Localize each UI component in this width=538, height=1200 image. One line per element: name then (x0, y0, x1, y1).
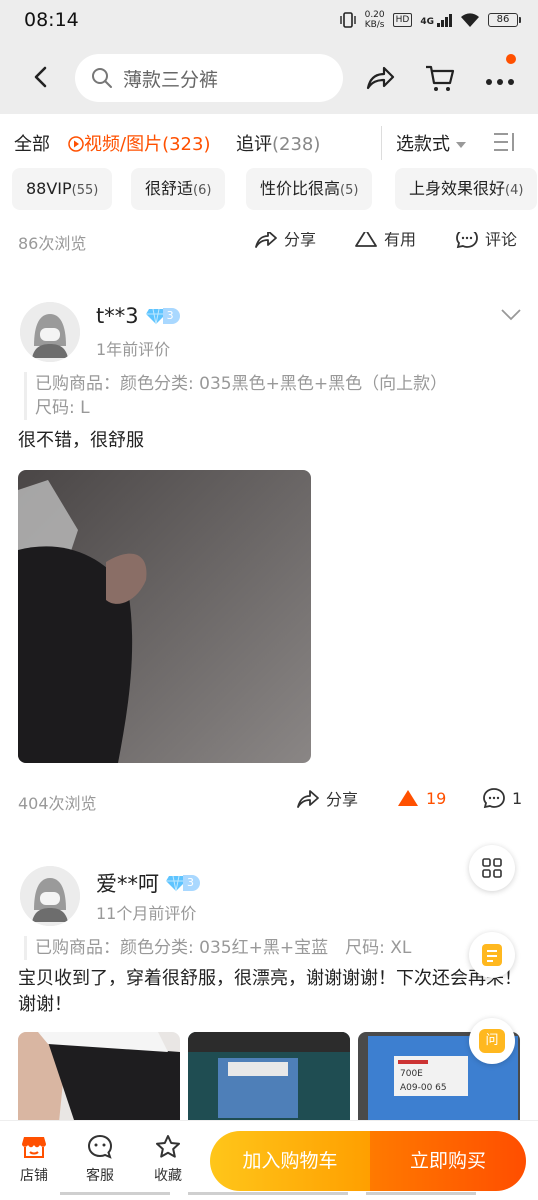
grid-icon (482, 858, 502, 878)
view-count: 86次浏览 (18, 234, 87, 253)
customer-service-icon (87, 1134, 113, 1159)
nav-indicator (60, 1192, 170, 1195)
filter-icon[interactable] (492, 130, 518, 154)
status-bar: 08:14 0.20 KB/s HD 4G 86 (0, 0, 538, 42)
review-time: 1年前评价 (96, 340, 171, 359)
comment-button[interactable]: 评论 (455, 232, 517, 250)
back-arrow-icon[interactable] (26, 62, 56, 92)
photo-label: 700E (400, 1069, 423, 1079)
notes-button[interactable] (469, 932, 515, 978)
share-icon (297, 790, 319, 808)
share-icon[interactable] (364, 62, 396, 94)
chip-fit[interactable]: 上身效果很好(4) (395, 168, 538, 210)
favorite-button[interactable]: 收藏 (144, 1133, 192, 1185)
review-filter-area: 全部 视频/图片(323) 追评(238) 选款式 88VIP(55) 很舒适(… (0, 114, 538, 232)
avatar[interactable] (20, 302, 80, 362)
photo-label: A09-00 65 (400, 1083, 447, 1093)
shop-button[interactable]: 店铺 (10, 1133, 58, 1185)
vip-badge: 3 (145, 306, 180, 326)
nav-indicator (188, 1192, 348, 1195)
share-icon (255, 232, 277, 248)
net-speed: 0.20 KB/s (364, 10, 385, 30)
share-button[interactable]: 分享 (296, 786, 358, 810)
chip-comfortable[interactable]: 很舒适(6) (131, 168, 226, 210)
battery-icon: 86 (488, 13, 521, 27)
ask-button[interactable]: 问 (469, 1018, 515, 1064)
review-photo[interactable] (18, 1032, 180, 1120)
comment-icon (456, 232, 478, 249)
review-text: 很不错，很舒服 (18, 430, 144, 451)
tag-chips: 88VIP(55) 很舒适(6) 性价比很高(5) 上身效果很好(4) (12, 168, 538, 210)
review-item: 爱**呵 3 11个月前评价 已购商品：颜色分类: 035红+黑+宝蓝 尺码: … (0, 866, 538, 1120)
review-item: t**3 3 1年前评价 已购商品：颜色分类: 035黑色+黑色+黑色（向上款）… (0, 302, 538, 813)
triangle-up-filled-icon (398, 790, 418, 806)
add-to-cart-button[interactable]: 加入购物车 (210, 1131, 370, 1191)
comment-button[interactable]: 1 (482, 786, 522, 810)
comment-icon (483, 788, 505, 809)
wifi-icon (461, 13, 479, 27)
reviewer-name: 爱**呵 3 (96, 868, 200, 898)
review-photo[interactable] (188, 1032, 350, 1120)
default-avatar-icon (20, 302, 80, 362)
view-count: 404次浏览 (18, 794, 97, 813)
caret-down-icon (456, 142, 466, 148)
more-icon[interactable] (484, 62, 516, 94)
search-input[interactable]: 薄款三分裤 (75, 54, 343, 102)
grid-view-button[interactable] (469, 845, 515, 891)
useful-button[interactable]: 有用 (354, 232, 416, 250)
nav-indicator (366, 1192, 476, 1195)
avatar[interactable] (20, 866, 80, 926)
stat-row: 404次浏览 分享 19 1 (0, 786, 538, 816)
stat-row: 86次浏览 分享 有用 评论 (0, 232, 538, 256)
purchased-spec: 已购商品：颜色分类: 035红+黑+宝蓝 尺码: XL (24, 936, 411, 960)
status-time: 08:14 (24, 9, 79, 31)
review-time: 11个月前评价 (96, 904, 197, 923)
review-tabs: 全部 视频/图片(323) 追评(238) 选款式 (0, 126, 538, 160)
play-icon (68, 136, 84, 152)
buy-now-button[interactable]: 立即购买 (370, 1131, 526, 1191)
hd-badge: HD (392, 13, 413, 27)
vibrate-icon (339, 12, 356, 28)
store-icon (22, 1137, 46, 1158)
default-avatar-icon (20, 866, 80, 926)
tab-all[interactable]: 全部 (14, 130, 50, 156)
share-button[interactable]: 分享 (254, 232, 316, 250)
select-style-dropdown[interactable]: 选款式 (396, 130, 466, 156)
review-list: 86次浏览 分享 有用 评论 t**3 3 1年前评价 已购商品：颜色分类: 0… (0, 232, 538, 1120)
tab-divider (381, 126, 382, 160)
status-icons: 0.20 KB/s HD 4G 86 (339, 10, 521, 30)
signal-icon: 4G (420, 13, 452, 27)
vip-badge: 3 (165, 873, 200, 893)
bottom-action-bar: 店铺 客服 收藏 加入购物车 立即购买 (0, 1120, 538, 1200)
like-button[interactable]: 19 (396, 786, 446, 810)
purchased-spec: 已购商品：颜色分类: 035黑色+黑色+黑色（向上款） 尺码: L (24, 372, 447, 420)
chevron-down-icon[interactable] (500, 308, 522, 322)
chip-value[interactable]: 性价比很高(5) (246, 168, 373, 210)
review-text: 宝贝收到了，穿着很舒服，很漂亮，谢谢谢谢！下次还会再来！谢谢！ (18, 968, 522, 1015)
reviewer-name: t**3 3 (96, 304, 180, 328)
triangle-up-icon (355, 232, 377, 247)
review-photo[interactable] (18, 470, 311, 763)
notification-dot (506, 54, 516, 64)
tab-followup[interactable]: 追评(238) (236, 130, 320, 156)
cart-icon[interactable] (424, 62, 456, 94)
ask-icon: 问 (479, 1029, 505, 1053)
chip-88vip[interactable]: 88VIP(55) (12, 168, 113, 210)
top-nav: 薄款三分裤 (0, 42, 538, 114)
service-button[interactable]: 客服 (76, 1133, 124, 1185)
notes-icon (482, 944, 502, 966)
tab-media[interactable]: 视频/图片(323) (68, 130, 210, 156)
star-icon (156, 1135, 180, 1158)
search-icon (92, 68, 112, 88)
search-query: 薄款三分裤 (123, 68, 219, 91)
